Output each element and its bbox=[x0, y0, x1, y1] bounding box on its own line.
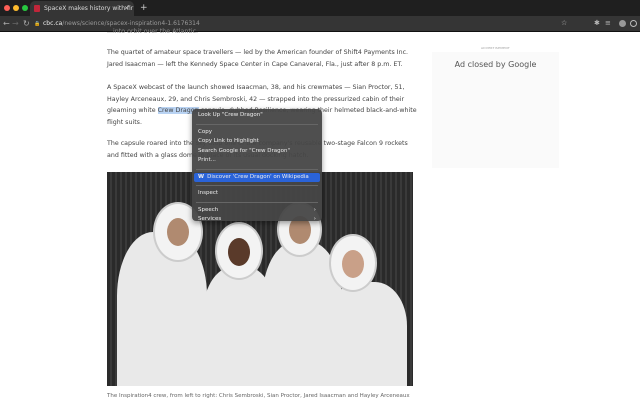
photo-caption: The Inspiration4 crew, from left to righ… bbox=[107, 393, 410, 399]
chevron-right-icon: › bbox=[313, 216, 316, 222]
astronaut-suit bbox=[327, 282, 407, 386]
menu-item-copy[interactable]: Copy bbox=[192, 128, 322, 138]
tab-title: SpaceX makes history with fir bbox=[44, 5, 134, 12]
profile-avatar[interactable] bbox=[619, 20, 626, 27]
menu-item-services[interactable]: Services › bbox=[192, 215, 322, 225]
new-tab-button[interactable]: + bbox=[140, 0, 148, 16]
maximize-window-button[interactable] bbox=[22, 5, 28, 11]
url-domain: cbc.ca bbox=[43, 20, 63, 27]
extensions-icon[interactable]: ✱ bbox=[594, 20, 601, 27]
menu-divider bbox=[196, 201, 318, 203]
media-icon[interactable]: ≡ bbox=[605, 20, 612, 27]
paragraph-1: The quartet of amateur space travellers … bbox=[107, 49, 409, 68]
minimize-window-button[interactable] bbox=[13, 5, 19, 11]
ad-slot: Ad closed by Google bbox=[432, 52, 559, 168]
menu-item-discover-wikipedia[interactable]: W Discover 'Crew Dragon' on Wikipedia bbox=[194, 172, 320, 182]
menu-item-speech[interactable]: Speech › bbox=[192, 206, 322, 216]
astronaut-helmet bbox=[215, 222, 263, 280]
reload-icon[interactable]: ↻ bbox=[23, 16, 30, 32]
cbc-favicon-icon bbox=[34, 5, 40, 12]
back-icon[interactable]: ← bbox=[3, 16, 10, 32]
menu-item-label: Speech bbox=[198, 206, 219, 213]
menu-divider bbox=[196, 185, 318, 186]
forward-icon[interactable]: → bbox=[12, 16, 19, 32]
menu-item-search-google[interactable]: Search Google for "Crew Dragon" bbox=[192, 147, 322, 157]
close-window-button[interactable] bbox=[4, 5, 10, 11]
partial-paragraph: ...into orbit over the Atlantic. bbox=[107, 28, 199, 35]
menu-divider bbox=[196, 123, 318, 125]
chevron-right-icon: › bbox=[313, 206, 316, 213]
menu-item-copy-link-highlight[interactable]: Copy Link to Highlight bbox=[192, 137, 322, 147]
close-tab-icon[interactable]: ✕ bbox=[124, 1, 129, 16]
ad-label: ADVERTISEMENT bbox=[480, 46, 511, 50]
ad-closed-text: Ad closed by Google bbox=[454, 60, 537, 69]
wikipedia-icon: W bbox=[198, 173, 205, 180]
menu-item-label: Discover 'Crew Dragon' on Wikipedia bbox=[207, 173, 309, 180]
menu-item-look-up[interactable]: Look Up "Crew Dragon" bbox=[192, 111, 322, 121]
tab-bar: SpaceX makes history with fir ✕ + bbox=[0, 0, 640, 16]
menu-item-label: Services bbox=[198, 216, 222, 222]
lock-icon: 🔒 bbox=[34, 21, 41, 27]
context-menu: Look Up "Crew Dragon" Copy Copy Link to … bbox=[192, 109, 322, 222]
menu-item-inspect[interactable]: Inspect bbox=[192, 189, 322, 199]
account-icon[interactable] bbox=[630, 20, 637, 27]
tab-spacex[interactable]: SpaceX makes history with fir ✕ bbox=[30, 1, 134, 16]
astronaut-helmet bbox=[329, 234, 377, 292]
menu-divider bbox=[196, 168, 318, 170]
bookmark-star-icon[interactable]: ☆ bbox=[561, 20, 568, 27]
menu-item-print[interactable]: Print... bbox=[192, 156, 322, 166]
